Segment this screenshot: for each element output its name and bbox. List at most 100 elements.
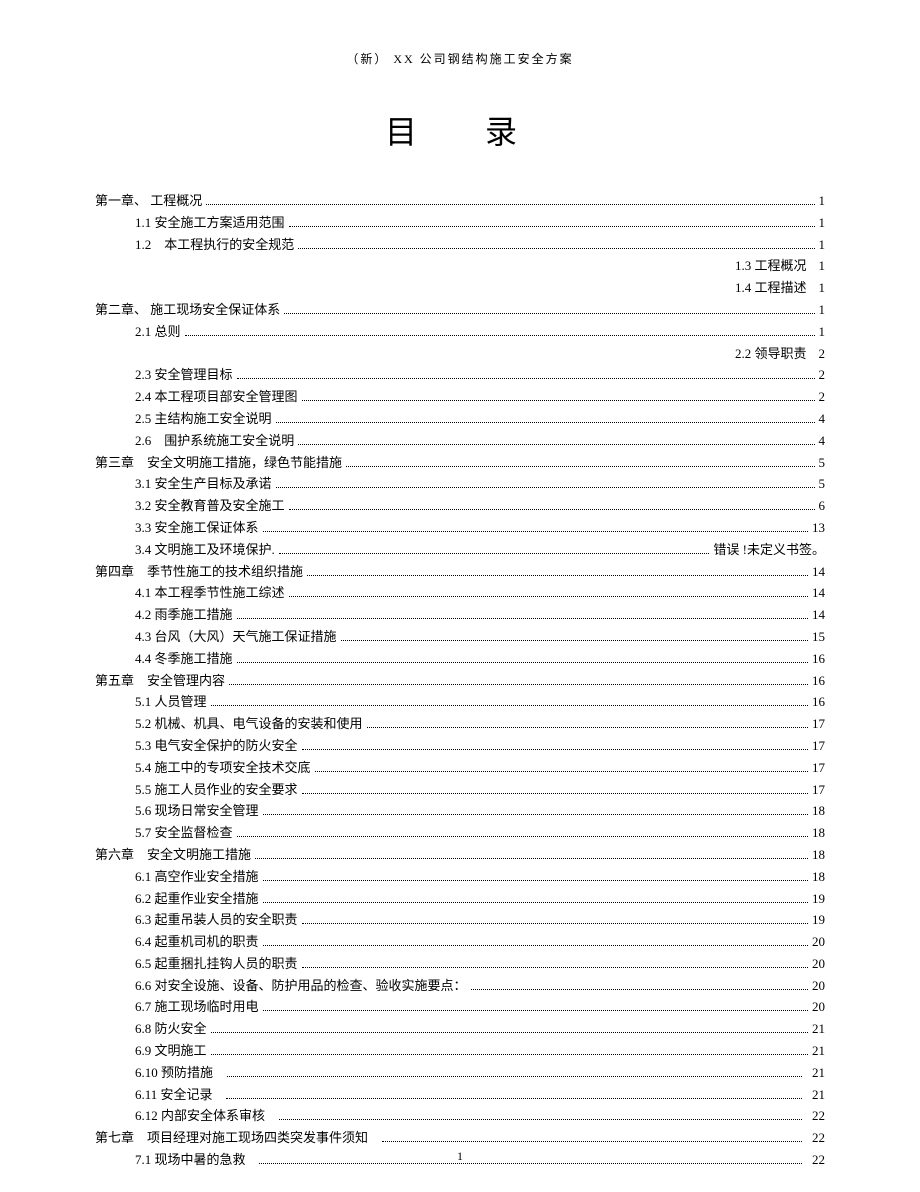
toc-entry-label: 5.3 电气安全保护的防火安全 xyxy=(135,736,298,757)
toc-entry: 1.4 工程描述 1 xyxy=(95,278,825,299)
toc-entry-label: 第一章、 工程概况 xyxy=(95,191,202,212)
toc-entry-page: 18 xyxy=(812,801,825,822)
toc-entry-page: 16 xyxy=(812,692,825,713)
toc-entry: 5.7 安全监督检查18 xyxy=(95,823,825,844)
toc-entry-label: 6.1 高空作业安全措施 xyxy=(135,867,259,888)
toc-entry-page: 2 xyxy=(819,387,826,408)
toc-leader-dots xyxy=(276,422,815,423)
toc-entry-page: 22 xyxy=(812,1128,825,1149)
toc-entry-label: 5.4 施工中的专项安全技术交底 xyxy=(135,758,311,779)
toc-entry-page: 20 xyxy=(812,932,825,953)
toc-leader-dots xyxy=(263,902,808,903)
toc-entry-page: 18 xyxy=(812,845,825,866)
toc-entry-page: 4 xyxy=(819,431,826,452)
toc-leader-dots xyxy=(263,945,808,946)
toc-entry-page: 1 xyxy=(819,213,826,234)
toc-entry-page: 错误 !未定义书签。 xyxy=(713,540,825,561)
toc-entry-page: 21 xyxy=(812,1041,825,1062)
toc-entry-page: 13 xyxy=(812,518,825,539)
toc-entry: 1.3 工程概况 1 xyxy=(95,256,825,277)
toc-entry: 2.2 领导职责2 xyxy=(95,344,825,365)
toc-entry-label: 1.4 工程描述 xyxy=(735,278,807,299)
toc-entry-page: 18 xyxy=(812,823,825,844)
toc-leader-dots xyxy=(226,1098,801,1099)
toc-entry-label: 6.7 施工现场临时用电 xyxy=(135,997,259,1018)
toc-entry-label: 6.4 起重机司机的职责 xyxy=(135,932,259,953)
toc-leader-dots xyxy=(276,487,815,488)
toc-entry-label: 第五章 安全管理内容 xyxy=(95,671,225,692)
toc-entry: 6.2 起重作业安全措施19 xyxy=(95,889,825,910)
toc-entry-page: 20 xyxy=(812,976,825,997)
toc-leader-dots xyxy=(289,596,808,597)
toc-entry-page: 1 xyxy=(819,322,826,343)
toc-entry: 第七章 项目经理对施工现场四类突发事件须知 22 xyxy=(95,1128,825,1149)
toc-leader-dots xyxy=(229,684,808,685)
toc-entry-label: 5.1 人员管理 xyxy=(135,692,207,713)
toc-entry-label: 4.4 冬季施工措施 xyxy=(135,649,233,670)
toc-leader-dots xyxy=(315,771,808,772)
toc-entry-page: 15 xyxy=(812,627,825,648)
toc-entry-page: 21 xyxy=(812,1019,825,1040)
toc-entry-page: 5 xyxy=(819,453,826,474)
toc-entry-page: 14 xyxy=(812,605,825,626)
toc-entry: 4.2 雨季施工措施14 xyxy=(95,605,825,626)
toc-entry-label: 2.3 安全管理目标 xyxy=(135,365,233,386)
toc-entry-label: 3.1 安全生产目标及承诺 xyxy=(135,474,272,495)
toc-entry-label: 1.3 工程概况 xyxy=(735,256,807,277)
toc-entry-page: 17 xyxy=(812,714,825,735)
toc-entry: 1.2 本工程执行的安全规范1 xyxy=(95,235,825,256)
toc-leader-dots xyxy=(227,1076,802,1077)
toc-entry-page: 1 xyxy=(819,235,826,256)
toc-entry: 6.7 施工现场临时用电20 xyxy=(95,997,825,1018)
toc-leader-dots xyxy=(206,204,814,205)
toc-entry-label: 2.6 围护系统施工安全说明 xyxy=(135,431,294,452)
toc-leader-dots xyxy=(237,836,808,837)
toc-entry: 5.1 人员管理 16 xyxy=(95,692,825,713)
page-footer: 1 xyxy=(0,1149,920,1164)
toc-leader-dots xyxy=(284,313,814,314)
toc-leader-dots xyxy=(237,378,815,379)
toc-entry: 第二章、 施工现场安全保证体系1 xyxy=(95,300,825,321)
toc-leader-dots xyxy=(367,727,808,728)
toc-leader-dots xyxy=(471,989,808,990)
toc-leader-dots xyxy=(211,1054,808,1055)
toc-entry-page: 18 xyxy=(812,867,825,888)
toc-entry: 4.4 冬季施工措施 16 xyxy=(95,649,825,670)
toc-entry-page: 1 xyxy=(819,278,826,299)
toc-entry-page: 17 xyxy=(812,780,825,801)
toc-leader-dots xyxy=(298,444,814,445)
toc-entry-label: 5.5 施工人员作业的安全要求 xyxy=(135,780,298,801)
toc-entry: 第三章 安全文明施工措施，绿色节能措施 5 xyxy=(95,453,825,474)
toc-entry: 6.11 安全记录 21 xyxy=(95,1085,825,1106)
toc-leader-dots xyxy=(211,705,808,706)
toc-entry-page: 1 xyxy=(819,191,826,212)
toc-entry: 5.3 电气安全保护的防火安全 17 xyxy=(95,736,825,757)
toc-entry-page: 6 xyxy=(819,496,826,517)
toc-entry: 3.1 安全生产目标及承诺5 xyxy=(95,474,825,495)
toc-entry: 第四章 季节性施工的技术组织措施14 xyxy=(95,562,825,583)
toc-entry-label: 第二章、 施工现场安全保证体系 xyxy=(95,300,280,321)
table-of-contents: 第一章、 工程概况11.1 安全施工方案适用范围11.2 本工程执行的安全规范1… xyxy=(95,191,825,1171)
toc-entry-page: 20 xyxy=(812,954,825,975)
toc-entry-page: 21 xyxy=(812,1063,825,1084)
toc-entry-page: 16 xyxy=(812,649,825,670)
toc-leader-dots xyxy=(289,226,815,227)
toc-leader-dots xyxy=(237,662,808,663)
toc-entry-page: 1 xyxy=(819,256,826,277)
toc-entry: 2.1 总则1 xyxy=(95,322,825,343)
toc-entry: 6.5 起重捆扎挂钩人员的职责 20 xyxy=(95,954,825,975)
toc-entry: 5.5 施工人员作业的安全要求 17 xyxy=(95,780,825,801)
toc-entry: 4.1 本工程季节性施工综述14 xyxy=(95,583,825,604)
toc-entry-page: 19 xyxy=(812,889,825,910)
toc-entry: 2.3 安全管理目标2 xyxy=(95,365,825,386)
toc-entry-label: 第三章 安全文明施工措施，绿色节能措施 xyxy=(95,453,342,474)
toc-entry-label: 6.5 起重捆扎挂钩人员的职责 xyxy=(135,954,298,975)
toc-entry: 6.3 起重吊装人员的安全职责19 xyxy=(95,910,825,931)
toc-entry: 6.1 高空作业安全措施 18 xyxy=(95,867,825,888)
toc-leader-dots xyxy=(255,858,808,859)
toc-entry-page: 17 xyxy=(812,736,825,757)
toc-entry-label: 2.4 本工程项目部安全管理图 xyxy=(135,387,298,408)
toc-leader-dots xyxy=(346,466,814,467)
toc-leader-dots xyxy=(211,1032,808,1033)
toc-entry-label: 6.3 起重吊装人员的安全职责 xyxy=(135,910,298,931)
